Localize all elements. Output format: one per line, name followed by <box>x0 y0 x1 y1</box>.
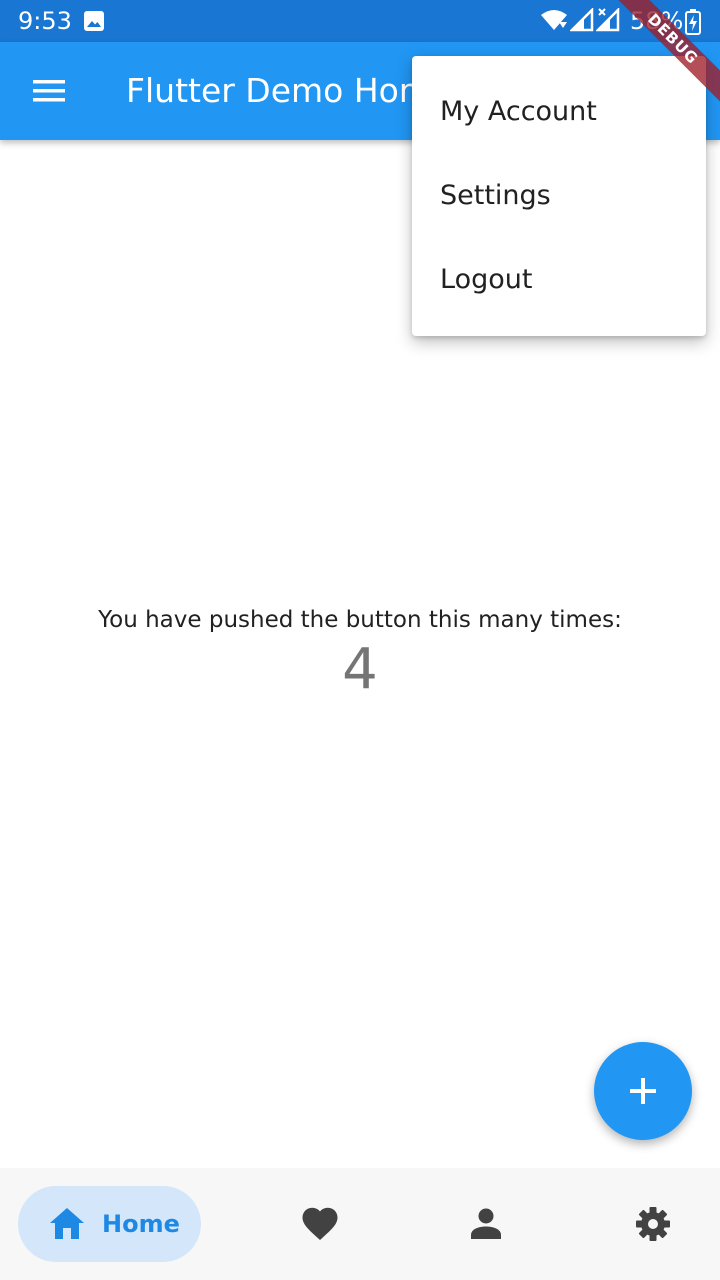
signal-icon <box>570 8 594 32</box>
plus-icon <box>630 1078 656 1104</box>
signal-x-icon <box>596 8 620 32</box>
nav-item-profile[interactable] <box>448 1186 524 1262</box>
popup-menu: My Account Settings Logout <box>412 56 706 336</box>
menu-item-settings[interactable]: Settings <box>412 154 706 238</box>
bottom-nav: Home <box>0 1168 720 1280</box>
wifi-icon <box>541 10 567 30</box>
status-time: 9:53 <box>18 7 72 35</box>
heart-icon <box>302 1207 338 1240</box>
hamburger-menu-icon <box>33 80 65 102</box>
menu-item-my-account[interactable]: My Account <box>412 70 706 154</box>
menu-button[interactable] <box>24 66 74 116</box>
person-icon <box>471 1208 501 1239</box>
nav-item-home-label: Home <box>102 1210 180 1238</box>
gallery-icon <box>84 11 104 31</box>
home-icon <box>50 1208 84 1239</box>
counter-label: You have pushed the button this many tim… <box>98 607 622 633</box>
nav-item-settings[interactable] <box>615 1186 691 1262</box>
status-bar: 9:53 58% <box>0 0 720 42</box>
menu-item-logout[interactable]: Logout <box>412 238 706 322</box>
nav-item-home[interactable]: Home <box>18 1186 201 1262</box>
screen: 9:53 58% <box>0 0 720 1280</box>
gear-icon <box>636 1207 670 1241</box>
battery-charging-icon <box>685 9 701 35</box>
counter-value: 4 <box>342 637 378 702</box>
increment-fab-button[interactable] <box>594 1042 692 1140</box>
nav-item-favorites[interactable] <box>282 1186 358 1262</box>
